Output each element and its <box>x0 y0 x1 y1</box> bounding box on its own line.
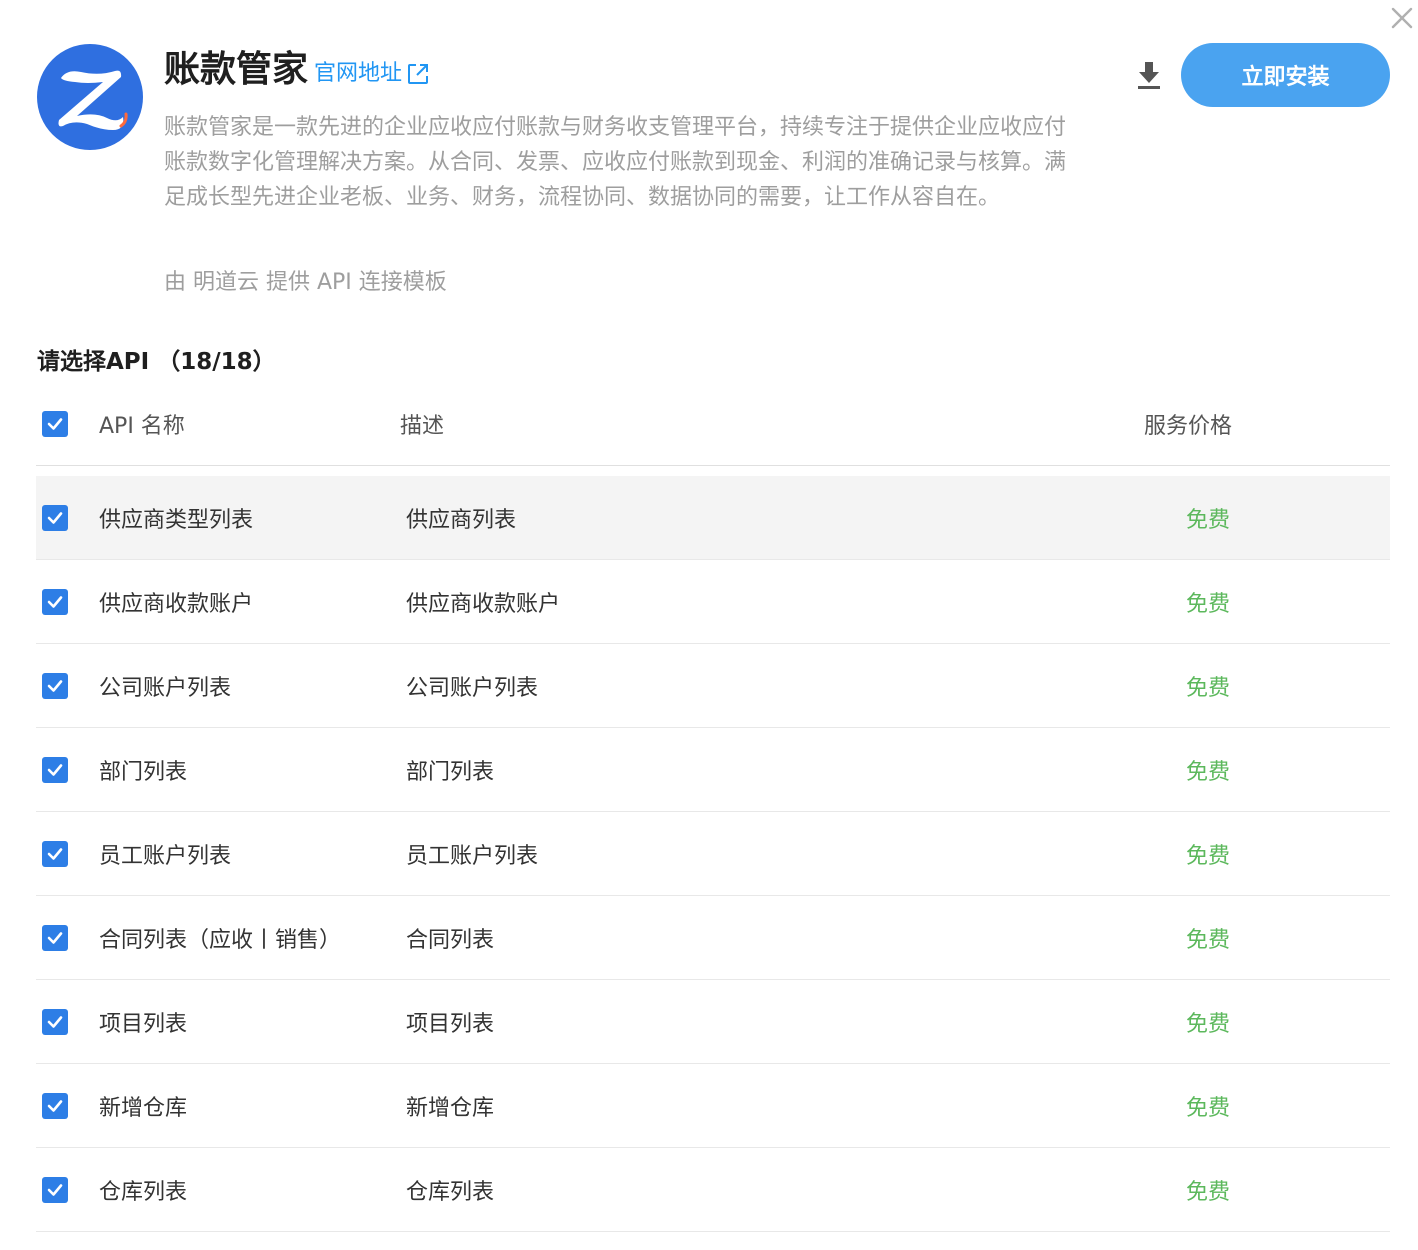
api-description: 仓库列表 <box>406 1179 495 1205</box>
api-description: 新增仓库 <box>406 1095 495 1121</box>
close-icon[interactable] <box>1388 4 1416 32</box>
official-site-link[interactable]: 官网地址 <box>314 60 430 88</box>
app-description: 账款管家是一款先进的企业应收应付账款与财务收支管理平台，持续专注于提供企业应收应… <box>164 115 1067 210</box>
api-name: 部门列表 <box>99 759 188 785</box>
api-name: 供应商类型列表 <box>99 507 254 533</box>
api-price: 免费 <box>1186 675 1231 701</box>
column-header-price: 服务价格 <box>1144 413 1233 439</box>
download-icon[interactable] <box>1132 56 1166 92</box>
api-section-title: 请选择API （18/18） <box>37 349 276 375</box>
api-description: 供应商收款账户 <box>406 591 561 617</box>
table-row[interactable]: 部门列表 部门列表 免费 <box>36 728 1390 812</box>
row-checkbox[interactable] <box>42 1092 68 1119</box>
api-description: 合同列表 <box>406 927 495 953</box>
api-description: 部门列表 <box>406 759 495 785</box>
api-price: 免费 <box>1186 1095 1231 1121</box>
row-checkbox[interactable] <box>42 672 68 699</box>
table-row[interactable]: 公司账户列表 公司账户列表 免费 <box>36 644 1390 728</box>
api-price: 免费 <box>1186 1179 1231 1205</box>
api-name: 公司账户列表 <box>99 675 232 701</box>
api-name: 员工账户列表 <box>99 843 232 869</box>
table-row[interactable]: 新增仓库 新增仓库 免费 <box>36 1064 1390 1148</box>
checkmark-icon <box>47 417 63 430</box>
checkmark-icon <box>47 1099 63 1112</box>
row-checkbox[interactable] <box>42 1008 68 1035</box>
table-row[interactable]: 项目列表 项目列表 免费 <box>36 980 1390 1064</box>
api-price: 免费 <box>1186 759 1231 785</box>
column-header-description: 描述 <box>400 413 445 439</box>
install-button[interactable]: 立即安装 <box>1181 43 1390 107</box>
table-row[interactable]: 供应商收款账户 供应商收款账户 免费 <box>36 560 1390 644</box>
api-price: 免费 <box>1186 927 1231 953</box>
api-description: 供应商列表 <box>406 507 517 533</box>
checkmark-icon <box>47 679 63 692</box>
row-checkbox[interactable] <box>42 504 68 531</box>
app-title-row: 账款管家 官网地址 <box>164 46 430 94</box>
api-description: 公司账户列表 <box>406 675 539 701</box>
row-checkbox[interactable] <box>42 588 68 615</box>
checkmark-icon <box>47 1183 63 1196</box>
api-name: 供应商收款账户 <box>99 591 254 617</box>
app-logo <box>37 44 143 150</box>
select-all-checkbox[interactable] <box>42 410 68 437</box>
api-description: 员工账户列表 <box>406 843 539 869</box>
table-row[interactable]: 仓库列表 仓库列表 免费 <box>36 1148 1390 1232</box>
external-link-icon <box>408 64 429 84</box>
api-name: 项目列表 <box>99 1011 188 1037</box>
checkmark-icon <box>47 763 63 776</box>
checkmark-icon <box>47 511 63 524</box>
api-price: 免费 <box>1186 507 1231 533</box>
table-row[interactable]: 员工账户列表 员工账户列表 免费 <box>36 812 1390 896</box>
checkmark-icon <box>47 931 63 944</box>
row-checkbox[interactable] <box>42 840 68 867</box>
checkmark-icon <box>47 847 63 860</box>
column-header-name: API 名称 <box>99 413 185 439</box>
row-checkbox[interactable] <box>42 1176 68 1203</box>
api-price: 免费 <box>1186 1011 1231 1037</box>
api-price: 免费 <box>1186 591 1231 617</box>
row-checkbox[interactable] <box>42 756 68 783</box>
api-name: 新增仓库 <box>99 1095 188 1121</box>
table-row[interactable]: 合同列表（应收丨销售） 合同列表 免费 <box>36 896 1390 980</box>
row-checkbox[interactable] <box>42 924 68 951</box>
checkmark-icon <box>47 595 63 608</box>
api-price: 免费 <box>1186 843 1231 869</box>
api-template-dialog: 账款管家 官网地址 账款管家是一款先进的企业应收应付账款与财务收支管理平台，持续… <box>0 0 1418 1250</box>
official-link-label: 官网地址 <box>314 61 403 86</box>
api-name: 合同列表（应收丨销售） <box>99 927 342 953</box>
api-description: 项目列表 <box>406 1011 495 1037</box>
api-table: API 名称 描述 服务价格 供应商类型列表 供应商列表 免费 供应商收款账户 … <box>36 382 1390 1232</box>
table-row[interactable]: 供应商类型列表 供应商列表 免费 <box>36 476 1390 560</box>
app-name: 账款管家 <box>164 49 309 90</box>
table-body: 供应商类型列表 供应商列表 免费 供应商收款账户 供应商收款账户 免费 公司账户… <box>36 476 1390 1232</box>
provider-text: 由 明道云 提供 API 连接模板 <box>164 270 447 295</box>
table-header: API 名称 描述 服务价格 <box>36 382 1390 466</box>
checkmark-icon <box>47 1015 63 1028</box>
api-name: 仓库列表 <box>99 1179 188 1205</box>
